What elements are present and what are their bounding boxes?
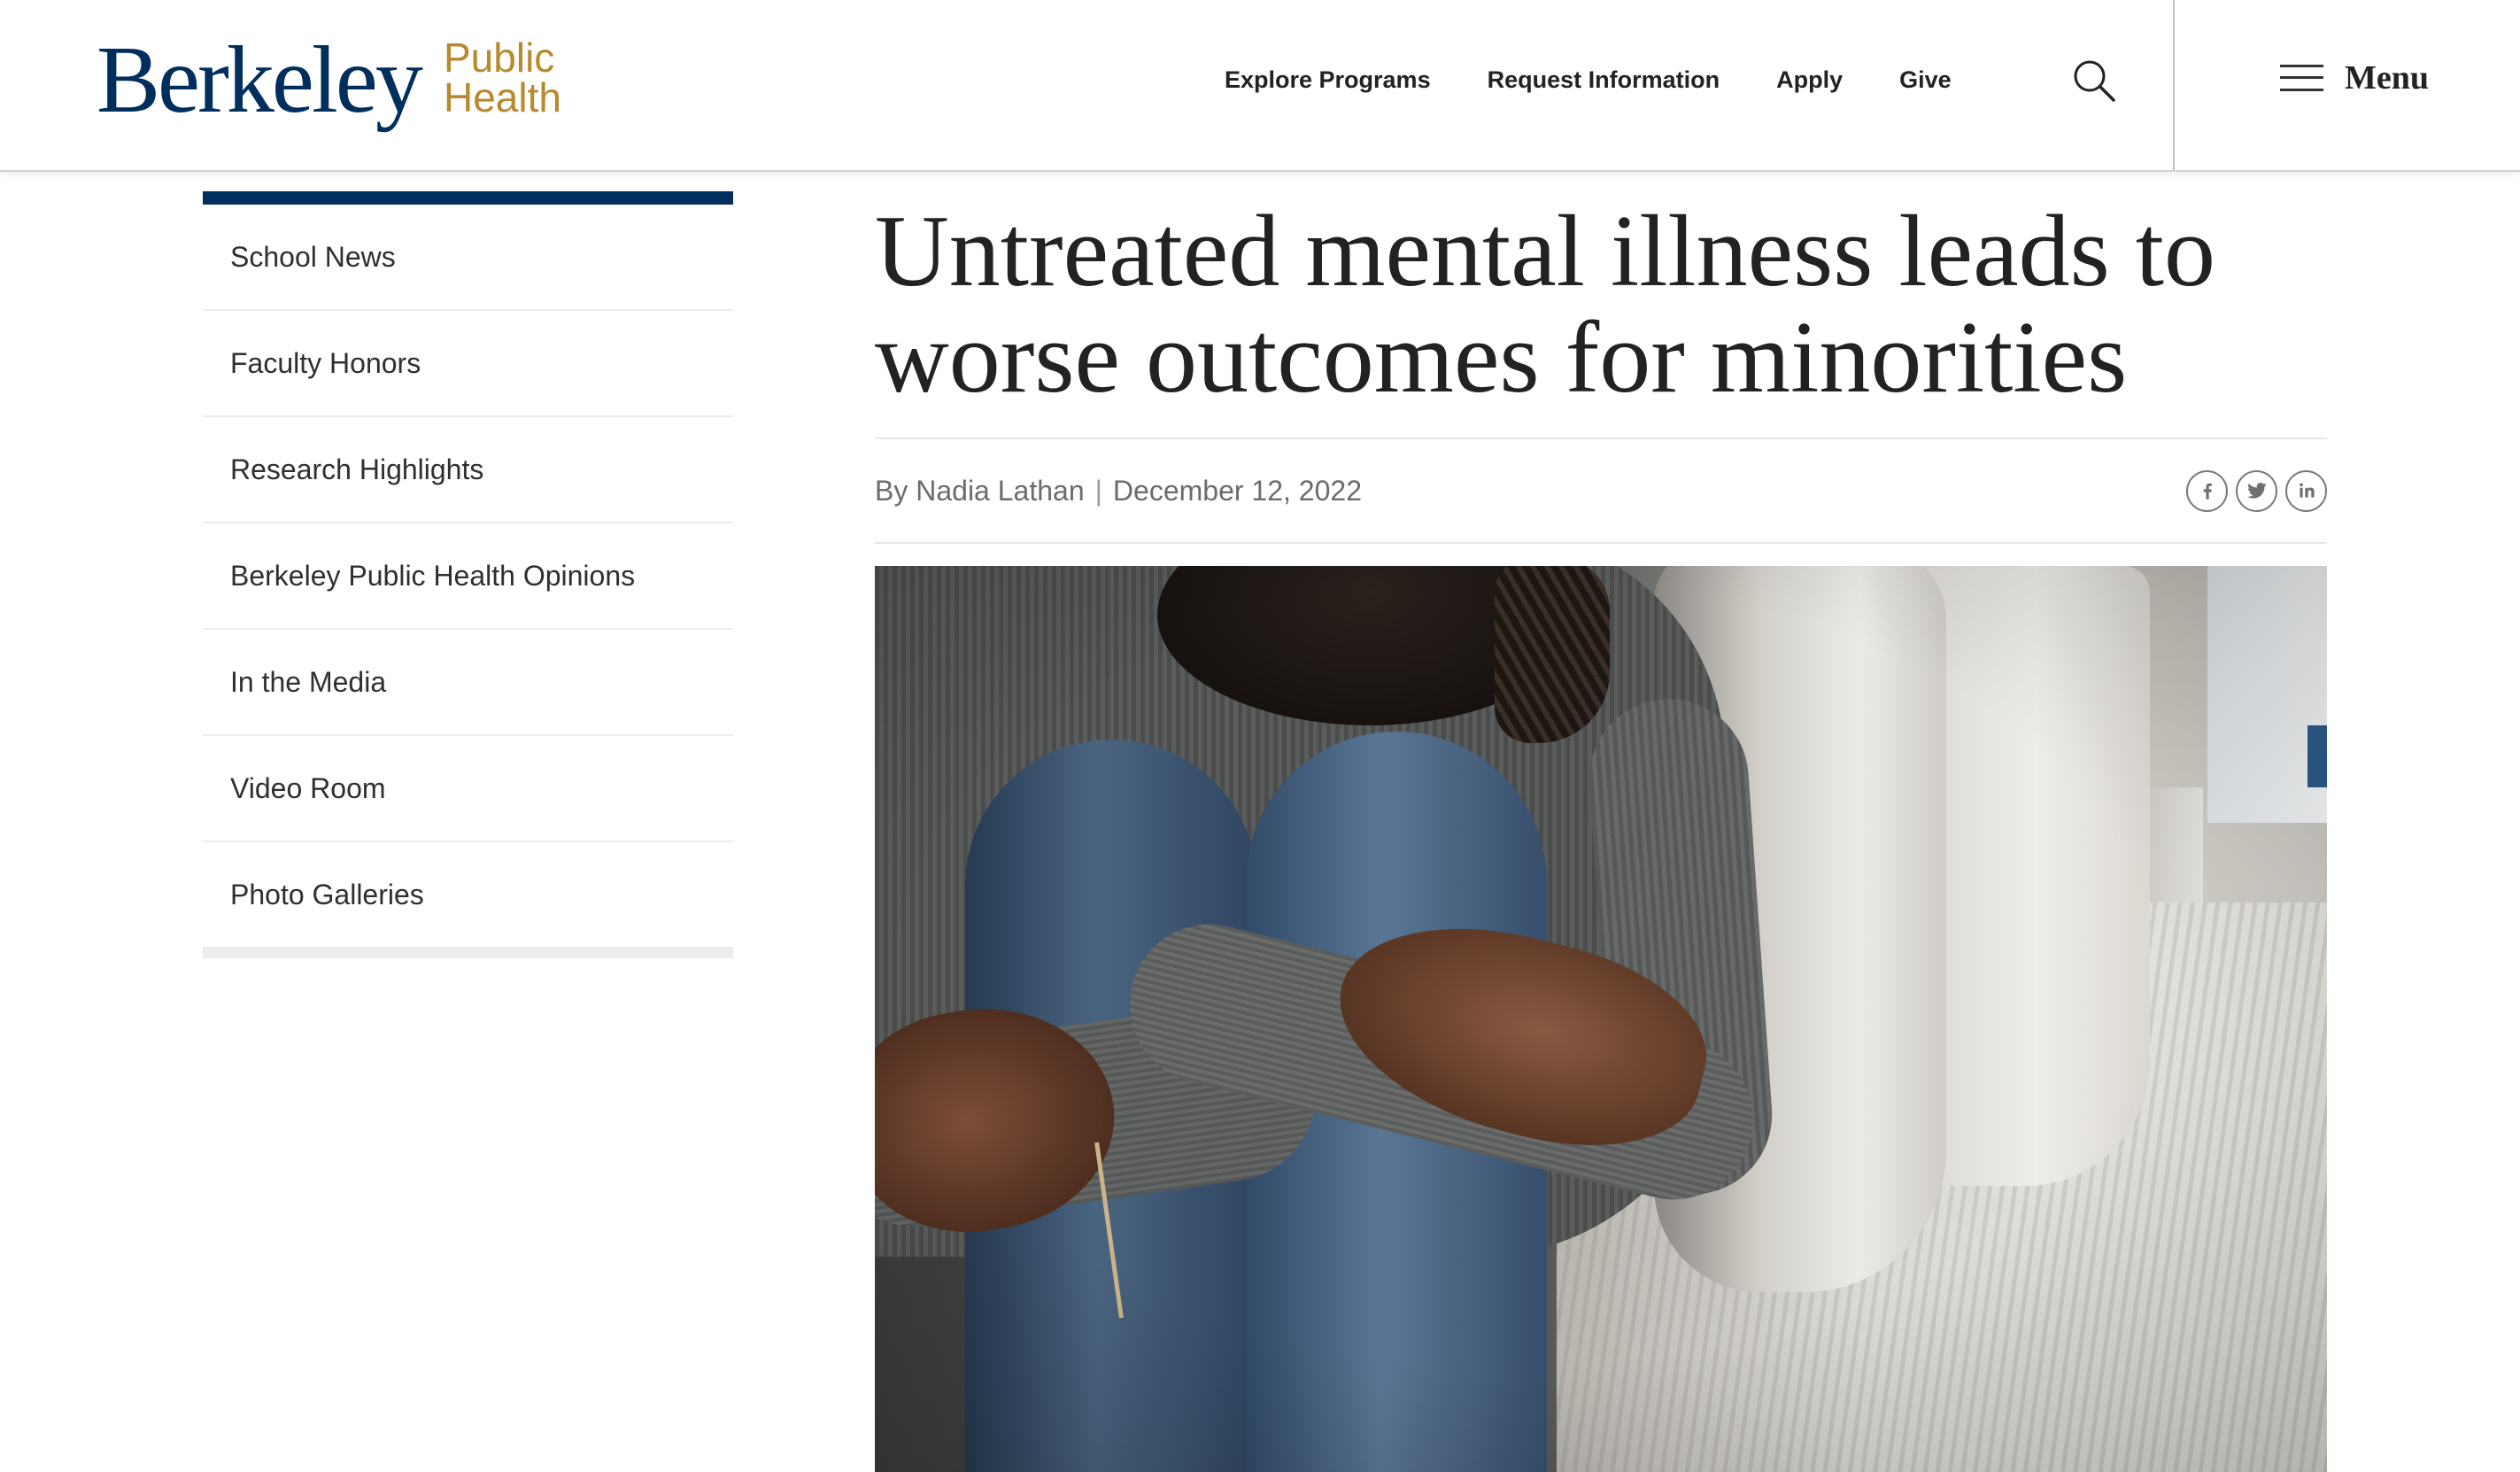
logo-wordmark: Berkeley bbox=[97, 27, 423, 133]
site-header: Berkeley Public Health Explore Programs … bbox=[0, 0, 2520, 172]
nav-give[interactable]: Give bbox=[1899, 66, 1952, 94]
hamburger-icon bbox=[2280, 65, 2323, 91]
photo-vignette bbox=[875, 566, 2327, 1472]
sidebar-item-school-news[interactable]: School News bbox=[203, 205, 733, 311]
sidebar-bottom-bar bbox=[203, 949, 733, 958]
share-buttons bbox=[2186, 469, 2327, 512]
facebook-icon bbox=[2203, 483, 2212, 500]
sidebar-item-research-highlights[interactable]: Research Highlights bbox=[203, 417, 733, 523]
byline-row: By Nadia Lathan | December 12, 2022 bbox=[875, 438, 2327, 544]
nav-explore-programs[interactable]: Explore Programs bbox=[1225, 66, 1431, 94]
twitter-icon bbox=[2246, 483, 2267, 499]
logo-subtitle-line-1: Public bbox=[444, 35, 555, 81]
sidebar-item-label[interactable]: School News bbox=[203, 241, 396, 274]
logo-subtitle-line-2: Health bbox=[444, 74, 561, 120]
article: Untreated mental illness leads to worse … bbox=[875, 198, 2327, 1472]
nav-request-information[interactable]: Request Information bbox=[1488, 66, 1720, 94]
search-button[interactable] bbox=[2068, 55, 2120, 106]
sidebar-item-label[interactable]: Research Highlights bbox=[203, 453, 483, 486]
byline-author: By Nadia Lathan bbox=[875, 474, 1085, 507]
byline-date: December 12, 2022 bbox=[1112, 474, 1362, 507]
sidebar-accent-bar bbox=[203, 191, 733, 205]
menu-button[interactable]: Menu bbox=[2280, 51, 2429, 105]
menu-label: Menu bbox=[2345, 59, 2429, 97]
sidebar-item-faculty-honors[interactable]: Faculty Honors bbox=[203, 311, 733, 417]
sidebar-item-label[interactable]: Faculty Honors bbox=[203, 347, 421, 380]
sidebar-item-label[interactable]: Video Room bbox=[203, 772, 386, 805]
site-logo[interactable]: Berkeley Public Health bbox=[0, 0, 638, 170]
header-divider bbox=[2173, 0, 2175, 170]
sidebar-item-photo-galleries[interactable]: Photo Galleries bbox=[203, 842, 733, 949]
sidebar-item-label[interactable]: In the Media bbox=[203, 666, 386, 699]
article-hero-image bbox=[875, 566, 2327, 1472]
linkedin-icon bbox=[2299, 483, 2315, 498]
share-facebook-button[interactable] bbox=[2186, 469, 2228, 512]
logo-subtitle: Public Health bbox=[444, 35, 561, 120]
byline-separator: | bbox=[1094, 474, 1102, 507]
share-linkedin-button[interactable] bbox=[2285, 469, 2327, 512]
sidebar-nav-list: School News Faculty Honors Research High… bbox=[203, 205, 733, 949]
share-twitter-button[interactable] bbox=[2236, 469, 2277, 512]
sidebar-item-label[interactable]: Photo Galleries bbox=[203, 879, 424, 911]
sidebar-item-opinions[interactable]: Berkeley Public Health Opinions bbox=[203, 523, 733, 630]
sidebar-item-label[interactable]: Berkeley Public Health Opinions bbox=[203, 560, 635, 593]
main-nav: Explore Programs Request Information App… bbox=[1225, 0, 1952, 159]
article-title: Untreated mental illness leads to worse … bbox=[875, 195, 2216, 414]
nav-apply[interactable]: Apply bbox=[1776, 66, 1843, 94]
sidebar-item-in-the-media[interactable]: In the Media bbox=[203, 630, 733, 736]
sidebar-item-video-room[interactable]: Video Room bbox=[203, 736, 733, 842]
byline: By Nadia Lathan | December 12, 2022 bbox=[875, 475, 1362, 507]
section-sidebar: School News Faculty Honors Research High… bbox=[203, 191, 733, 958]
search-icon bbox=[2074, 60, 2115, 102]
